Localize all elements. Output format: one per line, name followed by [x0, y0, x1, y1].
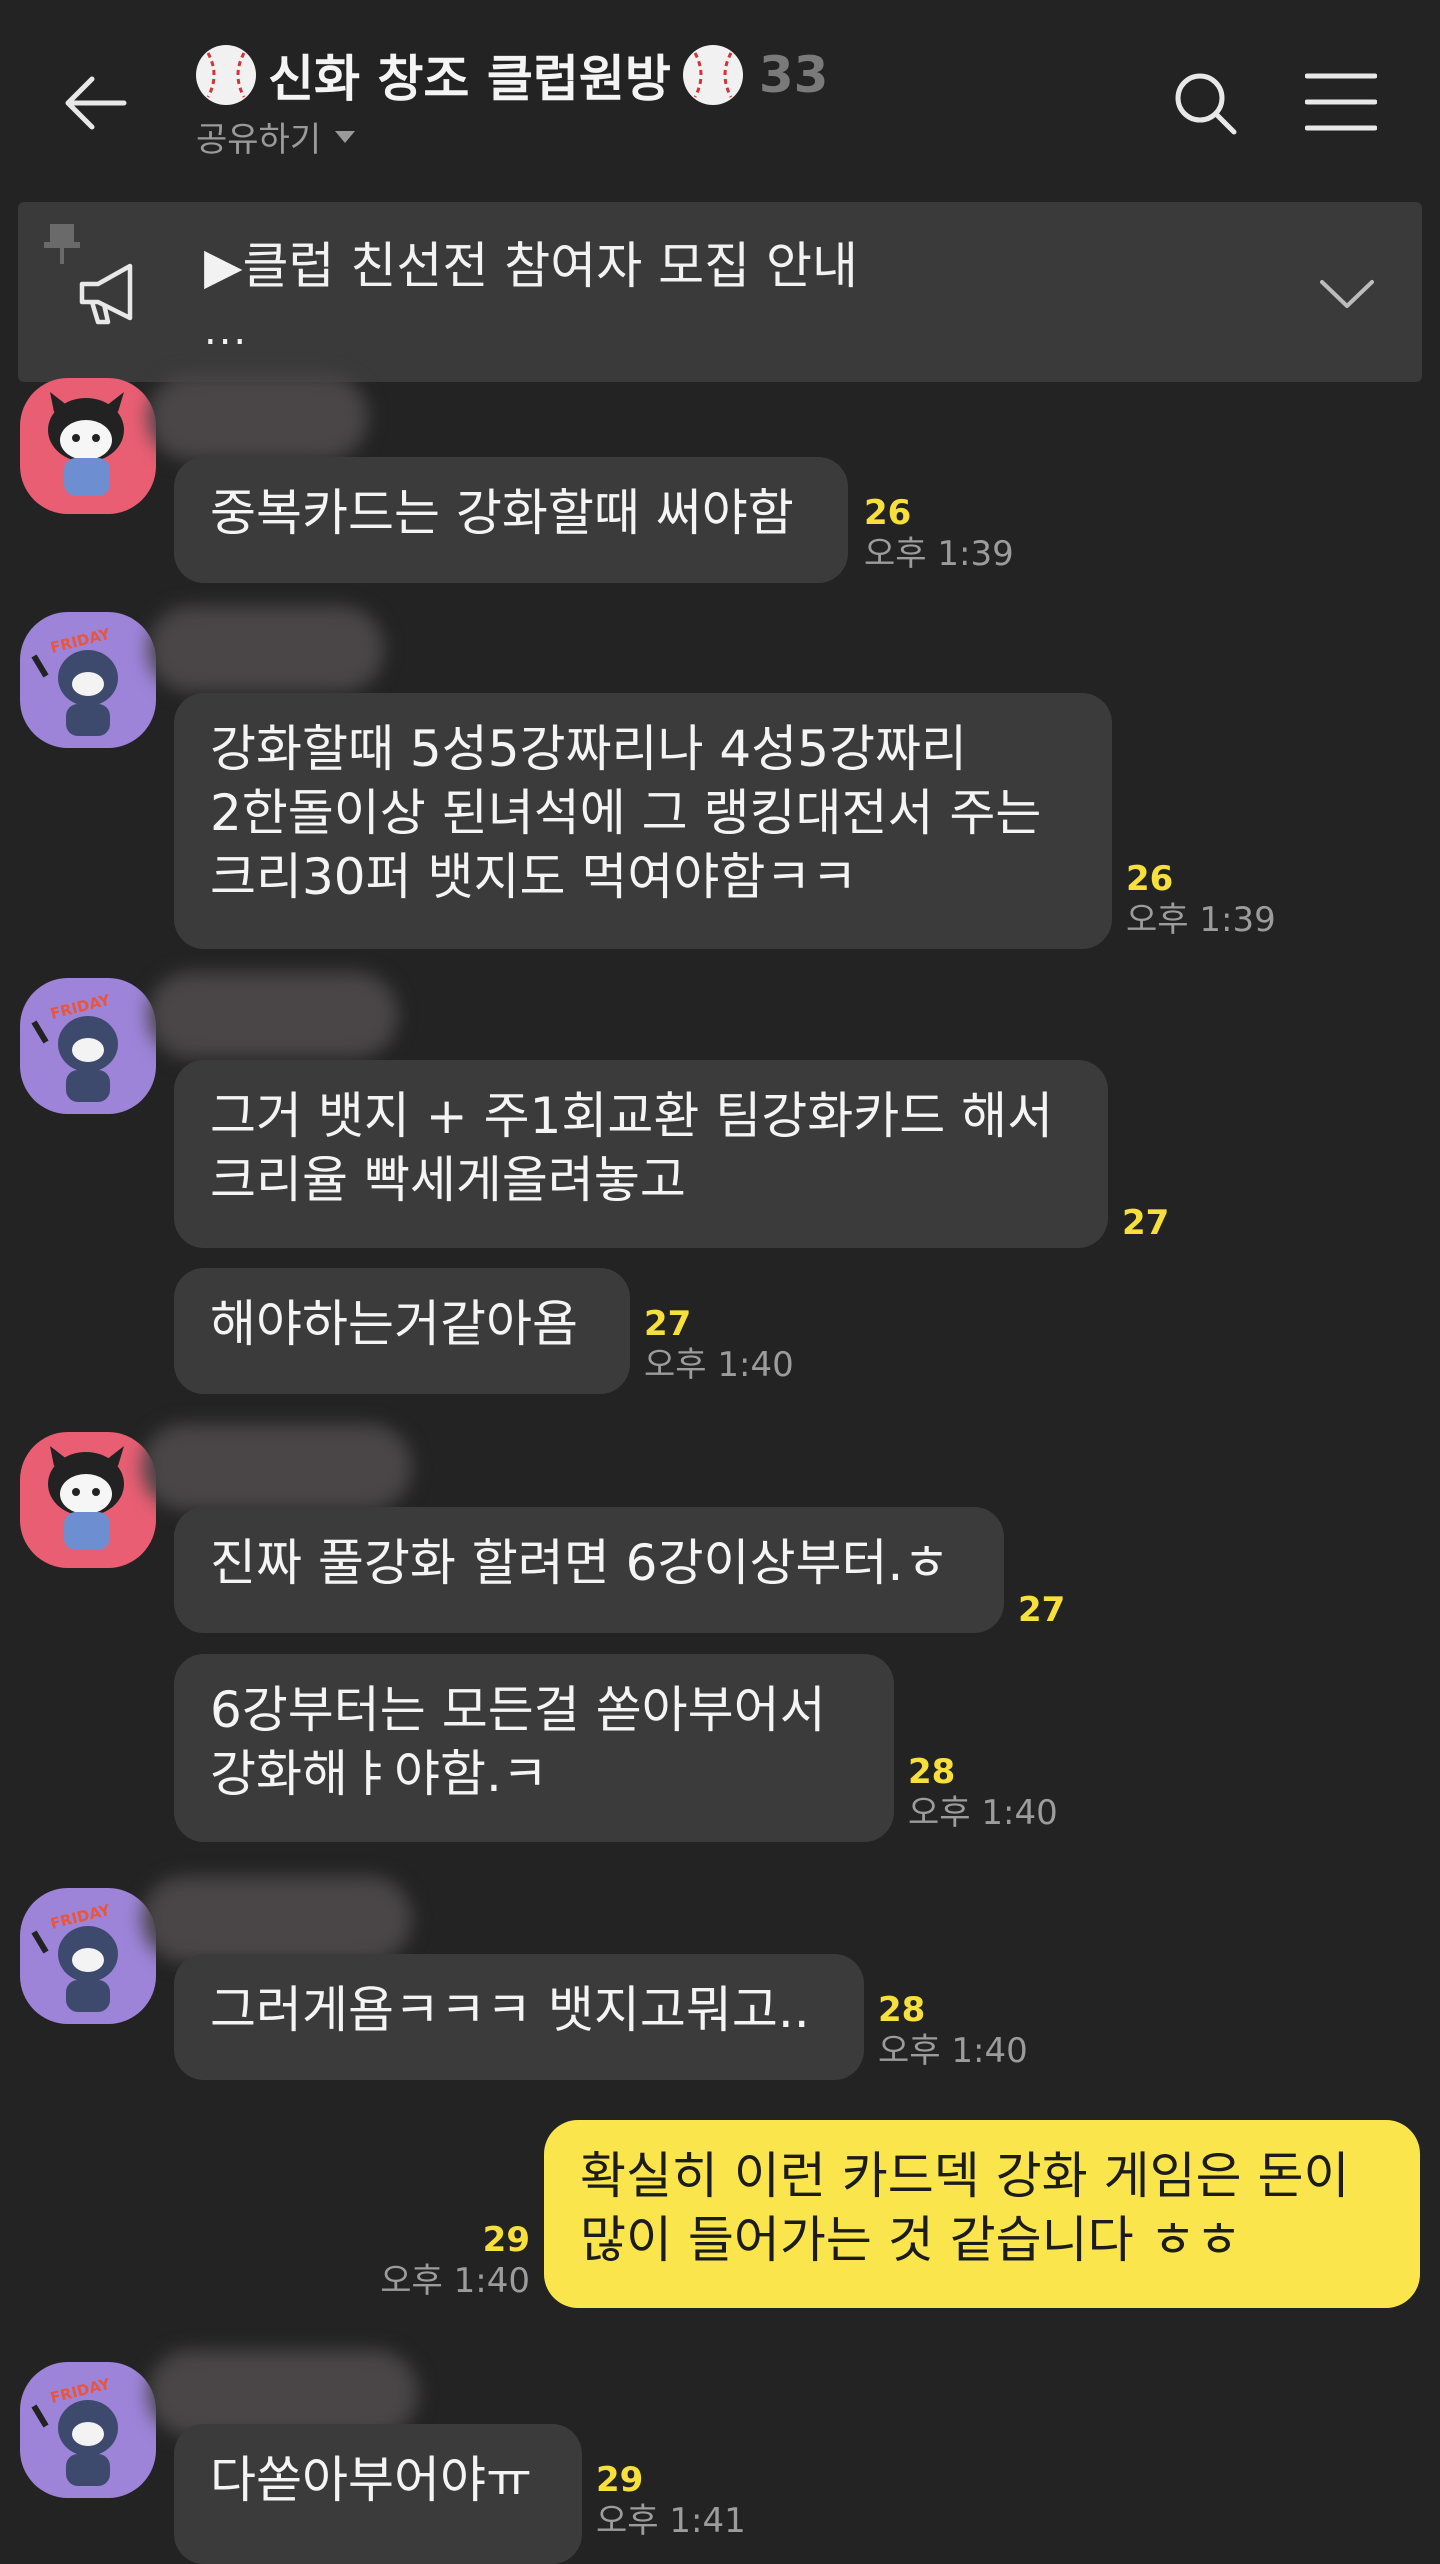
unread-count: 29 [596, 2460, 644, 2500]
message-time: 오후 1:39 [864, 534, 1014, 574]
chevron-down-icon[interactable] [1318, 276, 1376, 312]
message-time: 오후 1:40 [380, 2261, 530, 2301]
message-meta: 26 오후 1:39 [864, 493, 1014, 575]
share-label: 공유하기 [196, 120, 322, 160]
message-time: 오후 1:39 [1126, 900, 1276, 940]
message-meta: 27 오후 1:40 [644, 1304, 794, 1386]
message-meta: 29 오후 1:40 [380, 2220, 530, 2302]
unread-count: 27 [1122, 1203, 1170, 1243]
unread-count: 27 [1018, 1590, 1066, 1630]
message-bubble[interactable]: 해야하는거같아욤 [174, 1268, 630, 1394]
unread-count: 26 [1126, 859, 1174, 899]
sender-name-blurred [148, 972, 398, 1058]
message-meta: 26 오후 1:39 [1126, 859, 1276, 941]
notice-more: ... [204, 308, 249, 354]
sender-name-blurred [142, 1424, 412, 1510]
avatar[interactable]: FRIDAY [20, 978, 156, 1114]
sender-name-blurred [142, 1876, 412, 1962]
message-bubble[interactable]: 진짜 풀강화 할려면 6강이상부터.ㅎ [174, 1507, 1004, 1633]
avatar[interactable] [20, 378, 156, 514]
message-meta: 27 [1018, 1590, 1065, 1630]
message-bubble[interactable]: 중복카드는 강화할때 써야함 [174, 457, 848, 583]
unread-count: 28 [908, 1752, 956, 1792]
unread-count: 26 [864, 493, 912, 533]
megaphone-icon [76, 258, 148, 330]
message-meta: 27 [1122, 1203, 1169, 1243]
avatar[interactable]: FRIDAY [20, 2362, 156, 2498]
unread-count: 28 [878, 1990, 926, 2030]
message-bubble[interactable]: 강화할때 5성5강짜리나 4성5강짜리 2한돌이상 된녀석에 그 랭킹대전서 주… [174, 693, 1112, 949]
notice-title: ▶클럽 친선전 참여자 모집 안내 [204, 237, 859, 295]
member-count: 33 [758, 46, 829, 104]
share-dropdown[interactable]: 공유하기 [196, 112, 356, 161]
message-time: 오후 1:40 [878, 2031, 1028, 2071]
chat-title-row[interactable]: 신화 창조 클럽원방 33 [194, 40, 828, 110]
back-arrow-icon[interactable] [60, 68, 130, 138]
sender-name-blurred [148, 606, 384, 692]
avatar[interactable] [20, 1432, 156, 1568]
baseball-icon [681, 43, 745, 107]
message-bubble[interactable]: 그러게욤ㅋㅋㅋ 뱃지고뭐고.. [174, 1954, 864, 2080]
message-bubble[interactable]: 다쏟아부어야ㅠ [174, 2424, 582, 2564]
unread-count: 27 [644, 1304, 692, 1344]
message-bubble[interactable]: 그거 뱃지 + 주1회교환 팀강화카드 해서 크리율 빡세게올려놓고 [174, 1060, 1108, 1248]
menu-icon[interactable] [1304, 72, 1378, 132]
message-time: 오후 1:40 [644, 1345, 794, 1385]
message-meta: 29 오후 1:41 [596, 2460, 746, 2542]
caret-down-icon [335, 130, 356, 143]
message-meta: 28 오후 1:40 [878, 1990, 1028, 2072]
baseball-icon [194, 43, 258, 107]
my-message-bubble[interactable]: 확실히 이런 카드덱 강화 게임은 돈이 많이 들어가는 것 같습니다 ㅎㅎ [544, 2120, 1420, 2308]
message-bubble[interactable]: 6강부터는 모든걸 쏟아부어서 강화해ㅑ야함.ㅋ [174, 1654, 894, 1842]
message-time: 오후 1:40 [908, 1793, 1058, 1833]
message-meta: 28 오후 1:40 [908, 1752, 1058, 1834]
chat-title: 신화 창조 클럽원방 [268, 50, 671, 108]
search-icon[interactable] [1170, 68, 1240, 138]
unread-count: 29 [482, 2220, 530, 2260]
message-time: 오후 1:41 [596, 2501, 746, 2541]
sender-name-blurred [148, 374, 368, 460]
avatar[interactable]: FRIDAY [20, 612, 156, 748]
avatar[interactable]: FRIDAY [20, 1888, 156, 2024]
